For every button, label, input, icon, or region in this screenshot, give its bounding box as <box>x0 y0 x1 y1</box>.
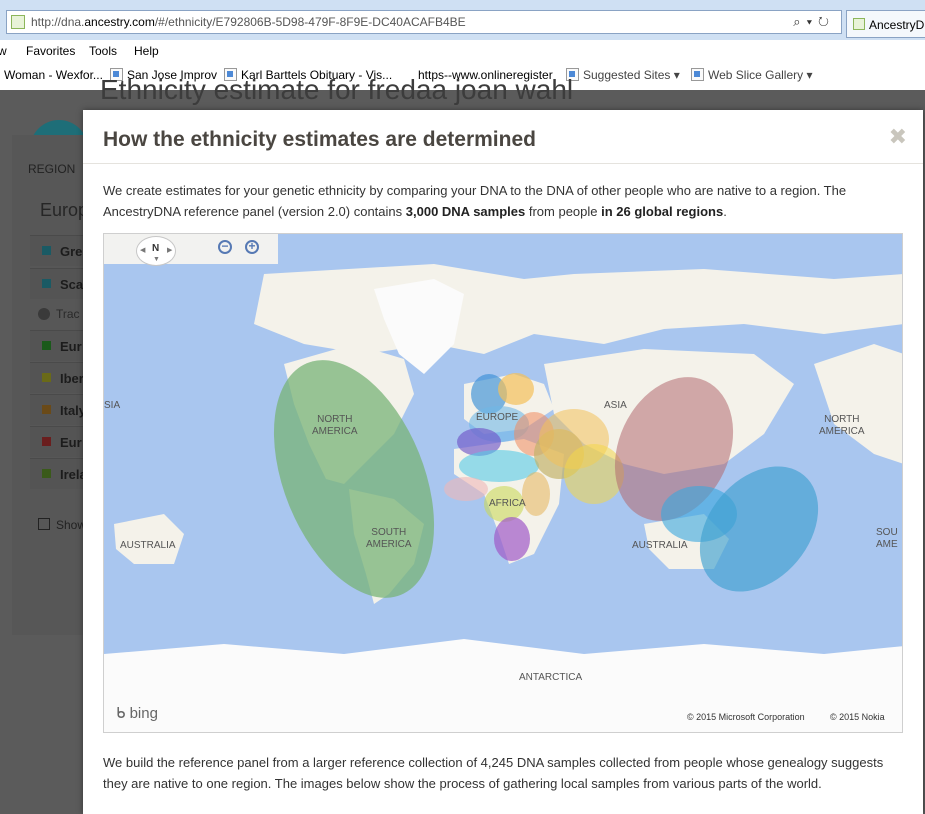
favorite-link[interactable]: Woman - Wexfor... <box>4 68 103 82</box>
background-page-title: Ethnicity estimate for fredaa joan wahl <box>100 74 574 105</box>
region-row[interactable]: Eur <box>30 330 85 361</box>
label-north-america-right: NORTH AMERICA <box>819 414 865 437</box>
label-europe: EUROPE <box>476 412 519 423</box>
region-swatch <box>42 279 51 288</box>
region-swatch <box>42 341 51 350</box>
address-input[interactable]: http://dna.ancestry.com/#/ethnicity/E792… <box>6 10 842 34</box>
world-map <box>104 234 902 732</box>
compass-north-label: N <box>152 243 160 254</box>
site-favicon-icon <box>11 15 25 29</box>
region-swatch <box>42 469 51 478</box>
region-row[interactable]: Italy <box>30 394 86 425</box>
label-asia-left: SIA <box>104 400 121 411</box>
region-africa-south <box>494 517 530 561</box>
zoom-in-icon[interactable]: + <box>245 240 259 254</box>
outro-paragraph: We build the reference panel from a larg… <box>103 755 884 791</box>
reference-panel-map[interactable]: ◀ ▶ N ▼ − + NORTH AMERICA SOUTH AMERICA … <box>103 233 903 733</box>
region-group-europe: Europ <box>40 200 89 220</box>
divider <box>83 163 923 164</box>
region-row[interactable]: Gre <box>30 235 85 266</box>
label-antarctica: ANTARCTICA <box>519 672 583 683</box>
region-row[interactable]: Irela <box>30 458 87 489</box>
compass-control[interactable]: ◀ ▶ N ▼ <box>136 236 176 266</box>
label-asia: ASIA <box>604 400 627 411</box>
region-row[interactable]: Eur <box>30 426 85 457</box>
bing-logo: ᑲ bing <box>116 705 158 722</box>
label-south-america-right: SOU AME <box>876 527 898 550</box>
web-slice-gallery-link[interactable]: Web Slice Gallery ▾ <box>691 68 813 82</box>
zoom-out-icon[interactable]: − <box>218 240 232 254</box>
modal-title: How the ethnicity estimates are determin… <box>103 128 536 151</box>
map-controls: ◀ ▶ N ▼ − + <box>104 234 278 266</box>
address-tools[interactable]: ⌕▾↻ <box>793 14 835 30</box>
label-australia-right: AUSTRALIA <box>632 540 688 551</box>
region-finland <box>498 373 534 405</box>
browser-address-bar: http://dna.ancestry.com/#/ethnicity/E792… <box>0 0 925 44</box>
show-checkbox[interactable]: Show <box>38 518 86 532</box>
suggested-sites-link[interactable]: Suggested Sites ▾ <box>566 68 680 82</box>
label-north-america: NORTH AMERICA <box>312 414 358 437</box>
pan-down-icon[interactable]: ▼ <box>153 256 160 263</box>
region-row[interactable]: Iber <box>30 362 85 393</box>
ethnicity-info-modal: How the ethnicity estimates are determin… <box>83 110 923 814</box>
trace-regions-toggle[interactable]: Trac <box>38 307 80 321</box>
label-australia-left: AUSTRALIA <box>120 540 176 551</box>
tab-favicon-icon <box>853 18 865 30</box>
tab-title: AncestryD <box>869 18 925 32</box>
region-swatch <box>42 437 51 446</box>
label-south-america: SOUTH AMERICA <box>366 527 412 550</box>
region-header: REGION <box>28 162 76 176</box>
close-icon[interactable]: ✖ <box>889 124 907 150</box>
region-africa-west <box>444 477 488 501</box>
intro-paragraph: We create estimates for your genetic eth… <box>103 183 847 219</box>
browser-tab[interactable]: AncestryD <box>846 10 925 38</box>
menu-view[interactable]: w <box>0 44 7 58</box>
copyright-nokia: © 2015 Nokia <box>830 712 885 722</box>
region-africa-east <box>522 472 550 516</box>
region-row[interactable]: Sca <box>30 268 85 299</box>
menu-tools[interactable]: Tools <box>89 44 117 58</box>
pan-left-icon[interactable]: ◀ <box>140 246 145 254</box>
copyright-microsoft: © 2015 Microsoft Corporation <box>687 712 805 722</box>
region-swatch <box>42 373 51 382</box>
page-icon <box>691 68 704 81</box>
label-africa: AFRICA <box>489 498 526 509</box>
menu-help[interactable]: Help <box>134 44 159 58</box>
menu-bar: w Favorites Tools Help <box>0 40 925 62</box>
menu-favorites[interactable]: Favorites <box>26 44 75 58</box>
region-swatch <box>42 246 51 255</box>
region-south-asia <box>564 444 624 504</box>
pan-right-icon[interactable]: ▶ <box>167 246 172 254</box>
address-url: http://dna.ancestry.com/#/ethnicity/E792… <box>31 15 466 29</box>
region-swatch <box>42 405 51 414</box>
